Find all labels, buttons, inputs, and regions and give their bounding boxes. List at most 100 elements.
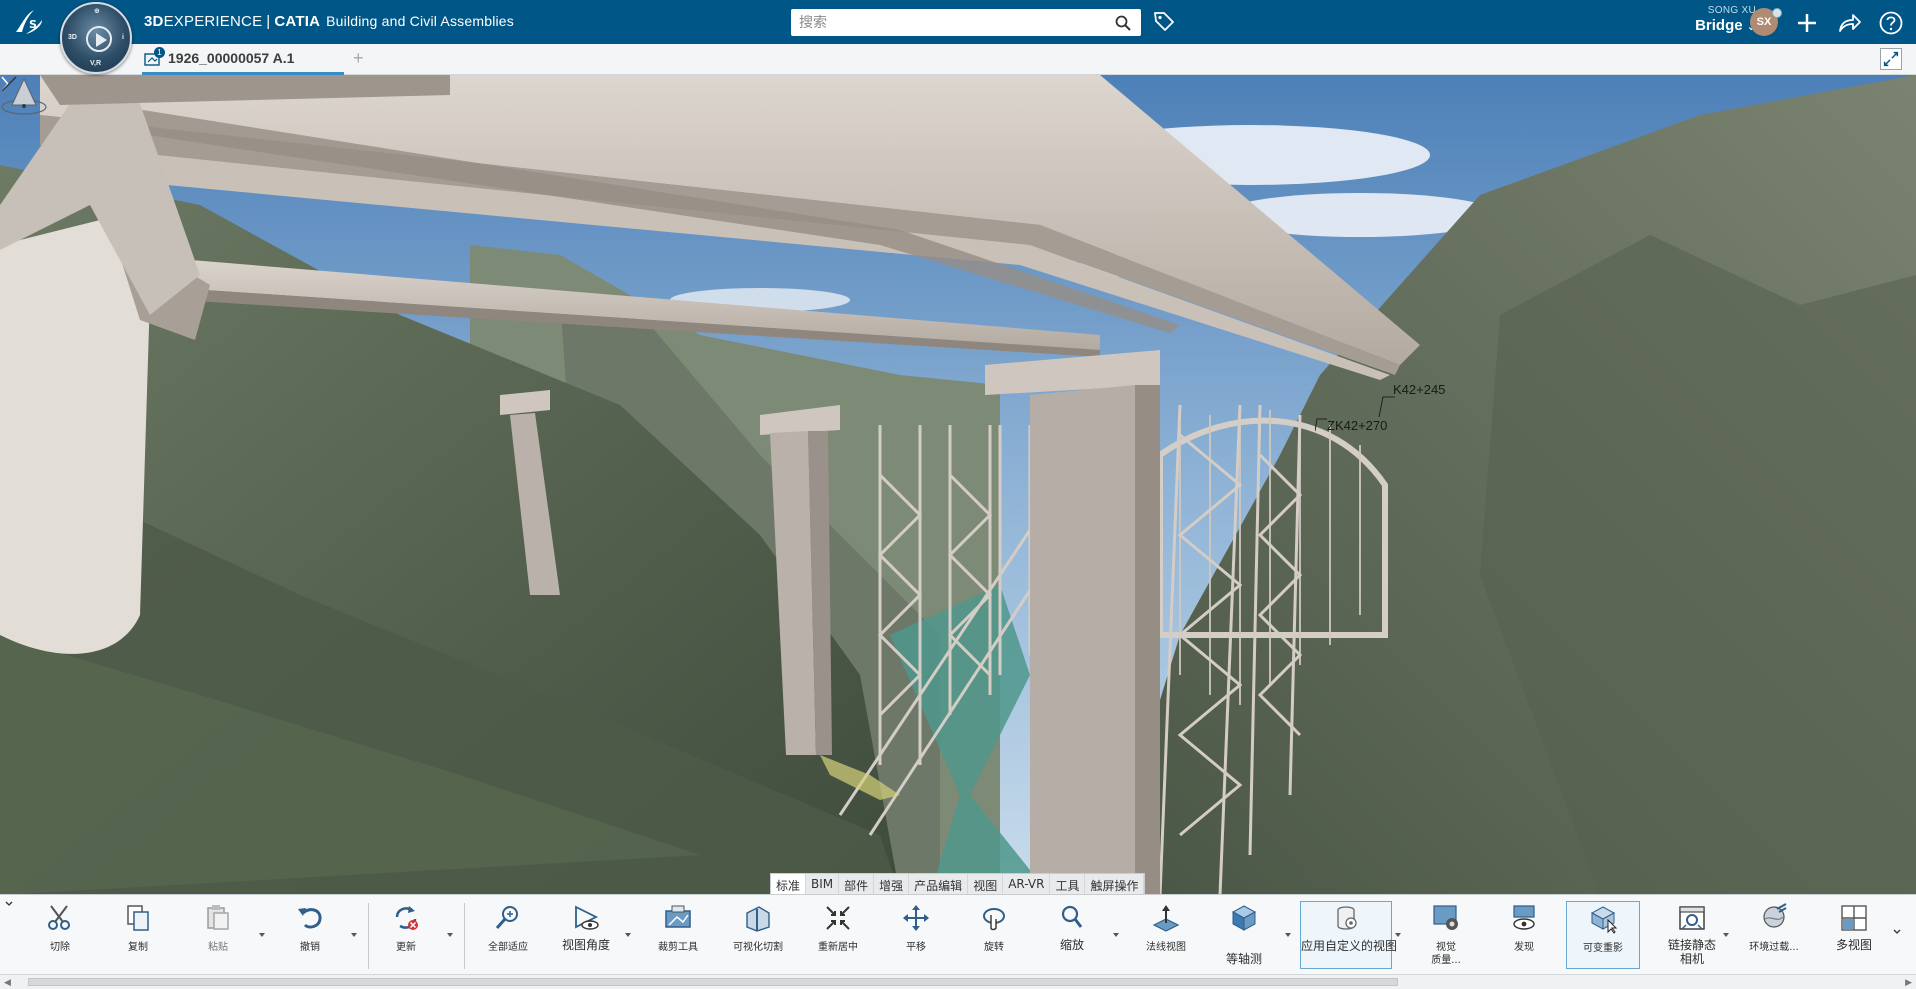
section-tab-enhance[interactable]: 增强 [874,874,910,894]
fit-all-label: 全部适应 [488,942,528,953]
isometric-label: 等轴测 [1225,952,1262,966]
section-cut-icon [746,906,770,932]
copy-button[interactable]: 复制 [112,901,164,969]
rotate-label: 旋转 [984,942,1004,953]
document-badge: 1 [154,47,165,58]
user-block[interactable]: SONG XU Bridge ⌄ [1676,5,1756,34]
paste-button[interactable]: 粘贴 [192,901,244,969]
document-title: 1926_00000057 A.1 [168,50,295,66]
multi-view-button[interactable]: 多视图 [1828,901,1880,969]
section-tab-standard[interactable]: 标准 [771,874,807,894]
environment-filter-button[interactable]: 环境过载... [1744,901,1804,969]
brand-experience: EXPERIENCE [163,13,263,30]
discover-label: 发现 [1514,942,1534,953]
environment-sphere-icon [1763,903,1787,928]
section-tab-view[interactable]: 视图 [968,874,1004,894]
isometric-cube-icon [1231,905,1257,931]
dassault-logo-icon[interactable]: S [12,6,46,38]
toolbar-separator [368,903,369,969]
visual-quality-label-line2: 质量... [1431,955,1461,966]
clipping-tool-button[interactable]: 裁剪工具 [652,901,704,969]
section-tab-part[interactable]: 部件 [839,874,875,894]
scrollbar-thumb[interactable] [28,978,1398,986]
bridge-scene-illustration [0,75,1916,895]
visual-quality-button[interactable]: 视觉 质量... [1420,901,1472,969]
ghost-cube-icon [1590,906,1618,934]
zoom-button[interactable]: 缩放 [1046,901,1098,969]
custom-view-icon [1337,906,1357,930]
eye-icon [575,905,599,930]
fullscreen-icon[interactable] [1880,48,1902,70]
toolbar-separator [464,903,465,969]
visual-cut-label: 可视化切割 [733,942,783,953]
pan-arrows-icon [903,905,929,931]
share-icon[interactable] [1836,10,1862,36]
tag-icon[interactable] [1152,9,1176,33]
user-name: SONG XU [1707,5,1756,16]
update-button[interactable]: 更新 [380,901,432,969]
plus-icon[interactable] [1794,10,1820,36]
add-tab-button[interactable]: + [353,48,364,69]
section-tab-bim[interactable]: BIM [806,874,840,894]
play-icon[interactable] [86,26,112,52]
rotate-icon [983,908,1005,931]
search-icon[interactable] [1115,15,1131,31]
discover-button[interactable]: 发现 [1498,901,1550,969]
svg-text:S: S [29,18,37,31]
compass-widget[interactable]: ⊕ 3D i V,R [60,2,132,74]
apply-custom-view-label: 应用自定义的视图 [1301,939,1398,953]
zoom-dropdown-icon[interactable] [1112,931,1120,939]
collab-space-name: Bridge [1695,17,1743,34]
paste-icon [207,905,229,930]
3d-viewport[interactable]: K42+245 ZK42+270 [0,75,1916,895]
variable-ghost-button[interactable]: 可变重影 [1566,901,1640,969]
clipping-tool-icon [665,905,691,928]
update-dropdown-icon[interactable] [446,931,454,939]
fit-all-button[interactable]: 全部适应 [482,901,534,969]
product-name: CATIA [274,13,321,30]
undo-label: 撤销 [300,942,320,953]
paste-dropdown-icon[interactable] [258,931,266,939]
view-angle-dropdown-icon[interactable] [624,931,632,939]
compass-bottom-label: V,R [90,60,102,67]
pan-button[interactable]: 平移 [890,901,942,969]
cut-label: 切除 [50,942,70,953]
view-angle-button[interactable]: 视图角度 [558,901,614,969]
rotate-button[interactable]: 旋转 [968,901,1020,969]
custom-view-dropdown-icon[interactable] [1394,931,1402,939]
section-tab-tools[interactable]: 工具 [1050,874,1086,894]
horizontal-scrollbar[interactable]: ◀ ▶ [0,974,1916,989]
annotation-leader-lines [1315,396,1395,432]
visual-quality-icon [1433,905,1458,930]
camera-link-icon [1679,906,1705,930]
section-tab-product-edit[interactable]: 产品编辑 [909,874,969,894]
visual-cut-button[interactable]: 可视化切割 [728,901,788,969]
isometric-view-button[interactable]: 等轴测 [1216,901,1272,969]
app-name: Building and Civil Assemblies [326,13,514,29]
compass-top-label: ⊕ [94,8,100,15]
document-tab[interactable]: 1 1926_00000057 A.1 [142,44,344,75]
search-input[interactable] [799,13,1099,32]
collapse-arrow-icon[interactable] [4,899,14,909]
search-box [791,9,1141,36]
resize-handle-icon[interactable] [0,75,18,93]
scroll-right-arrow-icon[interactable]: ▶ [1905,977,1912,988]
cut-button[interactable]: 切除 [34,901,86,969]
section-tab-touch[interactable]: 触屏操作 [1085,874,1145,894]
undo-dropdown-icon[interactable] [350,931,358,939]
isometric-dropdown-icon[interactable] [1284,931,1292,939]
more-tools-arrow-icon[interactable] [1892,927,1902,937]
collab-space-selector[interactable]: Bridge ⌄ [1676,17,1756,34]
help-icon[interactable] [1878,10,1904,36]
apply-custom-view-button[interactable]: 应用自定义的视图 [1300,901,1398,969]
notification-dot-icon [1772,8,1782,18]
link-static-camera-button[interactable]: 链接静态 相机 [1656,901,1728,969]
recenter-button[interactable]: 重新居中 [812,901,864,969]
update-label: 更新 [396,942,416,953]
camera-dropdown-icon[interactable] [1722,931,1730,939]
section-tab-ar-vr[interactable]: AR-VR [1003,874,1051,894]
normal-view-button[interactable]: 法线视图 [1138,901,1194,969]
undo-button[interactable]: 撤销 [284,901,336,969]
scroll-left-arrow-icon[interactable]: ◀ [4,977,11,988]
compass-left-label: 3D [68,34,77,41]
